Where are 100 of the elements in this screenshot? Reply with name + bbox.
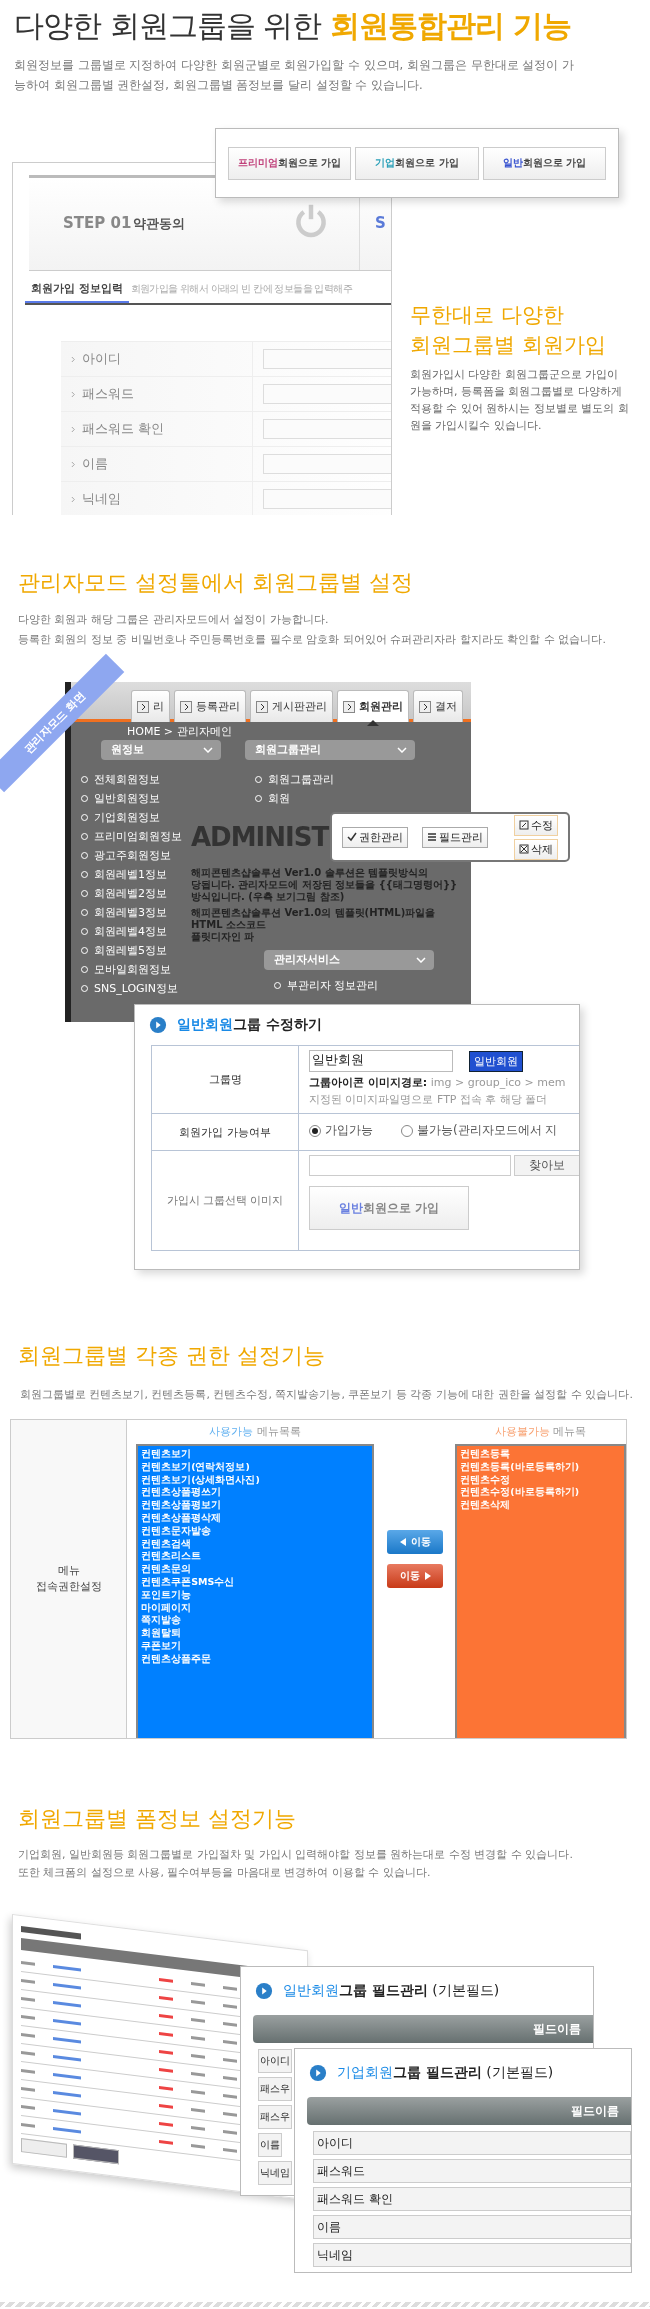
input-field[interactable] [263,349,391,369]
join-button[interactable]: 일반회원으로 가입 [482,146,606,180]
admin-tab[interactable]: 게시판관리 [250,690,333,722]
intro-text: 회원정보를 그룹별로 지정하여 다양한 회원군별로 회원가입할 수 있으며, 회원그룹은 무한대로 설정이 가능하여 회원그룹별 권한설정, 회원그룹별 폼정보를 달리 설정할 수 있습니다. [14,57,575,94]
chevron-icon [71,390,76,398]
field-name-cell: 패스우 [258,2077,292,2101]
list-item[interactable]: 컨텐츠쿠폰SMS수신 [141,1575,370,1589]
list-item[interactable]: 컨텐츠보기(연락처정보) [141,1460,370,1474]
menu-item[interactable]: 모바일회원정보 [81,960,171,979]
admin-tab[interactable]: 결저 [413,690,463,722]
menu-item[interactable]: 회원레벨4정보 [81,922,167,941]
field-name-cell: 닉네임 [258,2161,292,2185]
edit-icon [519,820,529,830]
play-icon [309,2064,327,2082]
input-field[interactable] [263,489,391,509]
radio-option[interactable]: 불가능(관리자모드에서 지 [401,1122,558,1139]
column-header: 필드이름 [253,2015,593,2043]
next-step-label: S [375,214,386,232]
section-heading: 관리자모드 설정툴에서 회원그룹별 설정 [18,569,414,597]
section-heading: 회원그룹별 각종 권한 설정기능 [18,1342,326,1370]
step-number: STEP 01 [63,214,132,232]
menu-item[interactable]: 회원레벨2정보 [81,884,167,903]
list-item[interactable]: 마이페이지 [141,1601,370,1615]
chevron-icon [71,495,76,503]
field-name-cell: 아이디 [258,2049,292,2073]
popup-button[interactable]: 권한관리 [342,826,408,848]
note-text: 해피콘텐츠샵솔루션 Ver1.0의 템플릿(HTML)파일을 HTML 소스코드 플릿디자인 파 [191,907,436,943]
list-item[interactable]: 컨텐츠수정 [460,1473,621,1487]
list-item[interactable]: 쿠폰보기 [141,1639,370,1653]
path-text: 그룹아이콘 이미지경로: img > group_ico > mem [309,1075,567,1090]
play-icon [255,1982,273,2000]
list-item[interactable]: 컨텐츠상품평보기 [141,1499,370,1512]
list-item[interactable]: 컨텐츠문자발송 [141,1524,370,1538]
list-item[interactable]: 컨텐츠보기 [141,1448,370,1461]
list-item[interactable]: 컨텐츠상품평쓰기 [141,1486,370,1500]
input-field[interactable] [263,384,391,404]
field-name-cell: 이름 [258,2133,282,2157]
panel-header[interactable]: 관리자서비스 [264,950,434,970]
menu-item[interactable]: 회원레벨1정보 [81,865,167,884]
row-label: 가입시 그룹선택 이미지 [151,1150,299,1251]
list-item[interactable]: 컨텐츠검색 [141,1537,370,1551]
browse-button[interactable]: 찾아보 [514,1155,579,1176]
list-item[interactable]: 컨텐츠등록 [460,1448,621,1461]
section-text: 회원그룹별로 컨텐츠보기, 컨텐츠등록, 컨텐츠수정, 쪽지발송기능, 쿠폰보기 등 각종 기능에 대한 권한을 설정할 수 있습니다. [20,1387,634,1403]
join-button[interactable]: 프리미엄회원으로 가입 [228,146,352,180]
row-label: 그룹명 [151,1045,299,1114]
admin-tab[interactable]: 등록관리 [174,690,246,722]
popup-button[interactable]: 삭제 [514,838,558,860]
step-title: 약관동의 [133,215,185,233]
menu-item[interactable]: 부관리자 정보관리 [274,976,379,995]
list-item[interactable]: 컨텐츠보기(상세화면사진) [141,1473,370,1487]
menu-item[interactable]: 회원레벨5정보 [81,941,167,960]
list-item[interactable]: 쪽지발송 [141,1614,370,1628]
field-name-cell: 패스워드 [313,2159,631,2183]
join-preview-button[interactable]: 일반회원으로 가입 [309,1186,469,1230]
menu-item[interactable]: 프리미엄회원정보 [81,827,182,846]
dialog-title: 기업회원그룹 필드관리 (기본필드) [337,2064,554,2082]
list-item[interactable]: 컨텐츠리스트 [141,1550,370,1564]
panel-header[interactable]: 원정보 [101,740,221,760]
form-tab[interactable]: 회원가입 정보입력 [25,277,129,303]
menu-list[interactable]: 컨텐츠보기 컨텐츠보기(연락처정보) 컨텐츠보기(상세화면사진) 컨텐츠상품평쓰기 컨텐츠상품평보기 컨텐츠상품평삭제 컨텐츠문자발송 컨텐츠검색 컨텐츠리스트 컨텐츠문의 컨텐츠쿠폰SMS수신 포인트기능 마이페이지 쪽지발송 회원탈퇴 쿠폰보기 컨텐츠상품주문 [136,1444,375,1738]
menu-item[interactable]: 회원 [255,789,290,808]
note-text: 해피콘텐츠샵솔루션 Ver1.0 솔루션은 템플릿방식의 당됩니다. 관리자모드에 저장된 정보들을 {{태그명령어}} 방식입니다. (우측 보기그림 참조) [191,867,458,903]
input-field[interactable] [263,454,391,474]
admin-tab[interactable]: 리 [131,690,170,722]
popup-button[interactable]: 수정 [514,814,558,836]
group-badge: 일반회원 [469,1050,523,1072]
field-name-cell: 아이디 [313,2131,631,2155]
list-item[interactable]: 컨텐츠등록(바로등록하기) [460,1460,621,1474]
list-item[interactable]: 컨텐츠문의 [141,1563,370,1576]
move-button[interactable]: 이동 [387,1530,444,1554]
group-name-field[interactable]: 일반회원 [309,1050,453,1072]
list-item[interactable]: 컨텐츠상품평삭제 [141,1512,370,1525]
chevron-icon [203,747,213,753]
menu-item[interactable]: SNS_LOGIN정보 [81,979,179,998]
delete-icon [519,844,529,854]
menu-list[interactable]: 컨텐츠등록 컨텐츠등록(바로등록하기) 컨텐츠수정 컨텐츠수정(바로등록하기) 컨텐츠삭제 [455,1444,626,1738]
menu-item[interactable]: 광고주회원정보 [81,846,171,865]
chevron-icon [416,957,426,963]
list-item[interactable]: 컨텐츠상품주문 [141,1652,370,1666]
file-field[interactable] [309,1155,511,1176]
section-heading: 회원그룹별 폼정보 설정기능 [18,1805,297,1833]
field-name-cell: 이름 [313,2215,631,2239]
join-button[interactable]: 기업회원으로 가입 [355,146,479,180]
list-item[interactable]: 포인트기능 [141,1588,370,1602]
menu-item[interactable]: 기업회원정보 [81,808,160,827]
input-field[interactable] [263,419,391,439]
list-item[interactable]: 회원탈퇴 [141,1627,370,1640]
row-label: 회원가입 가능여부 [151,1113,299,1151]
panel-header[interactable]: 회원그룹관리 [245,740,415,760]
list-item[interactable]: 컨텐츠수정(바로등록하기) [460,1486,621,1500]
column-header: 필드이름 [307,2097,631,2125]
popup-button[interactable]: 필드관리 [422,826,488,848]
menu-item[interactable]: 회원그룹관리 [255,770,334,789]
move-button[interactable]: 이동 [387,1564,444,1588]
chevron-icon [397,747,407,753]
menu-item[interactable]: 회원레벨3정보 [81,903,167,922]
list-item[interactable]: 컨텐츠삭제 [460,1499,621,1512]
feature-text: 회원가입시 다양한 회원그룹군으로 가입이 가능하며, 등록폼을 회원그룹별로 다양하게 적용할 수 있어 원하시는 정보별로 별도의 회원을 가입시킬수 있습니다. [410,367,630,434]
radio-option[interactable]: 가입가능 [309,1122,373,1139]
